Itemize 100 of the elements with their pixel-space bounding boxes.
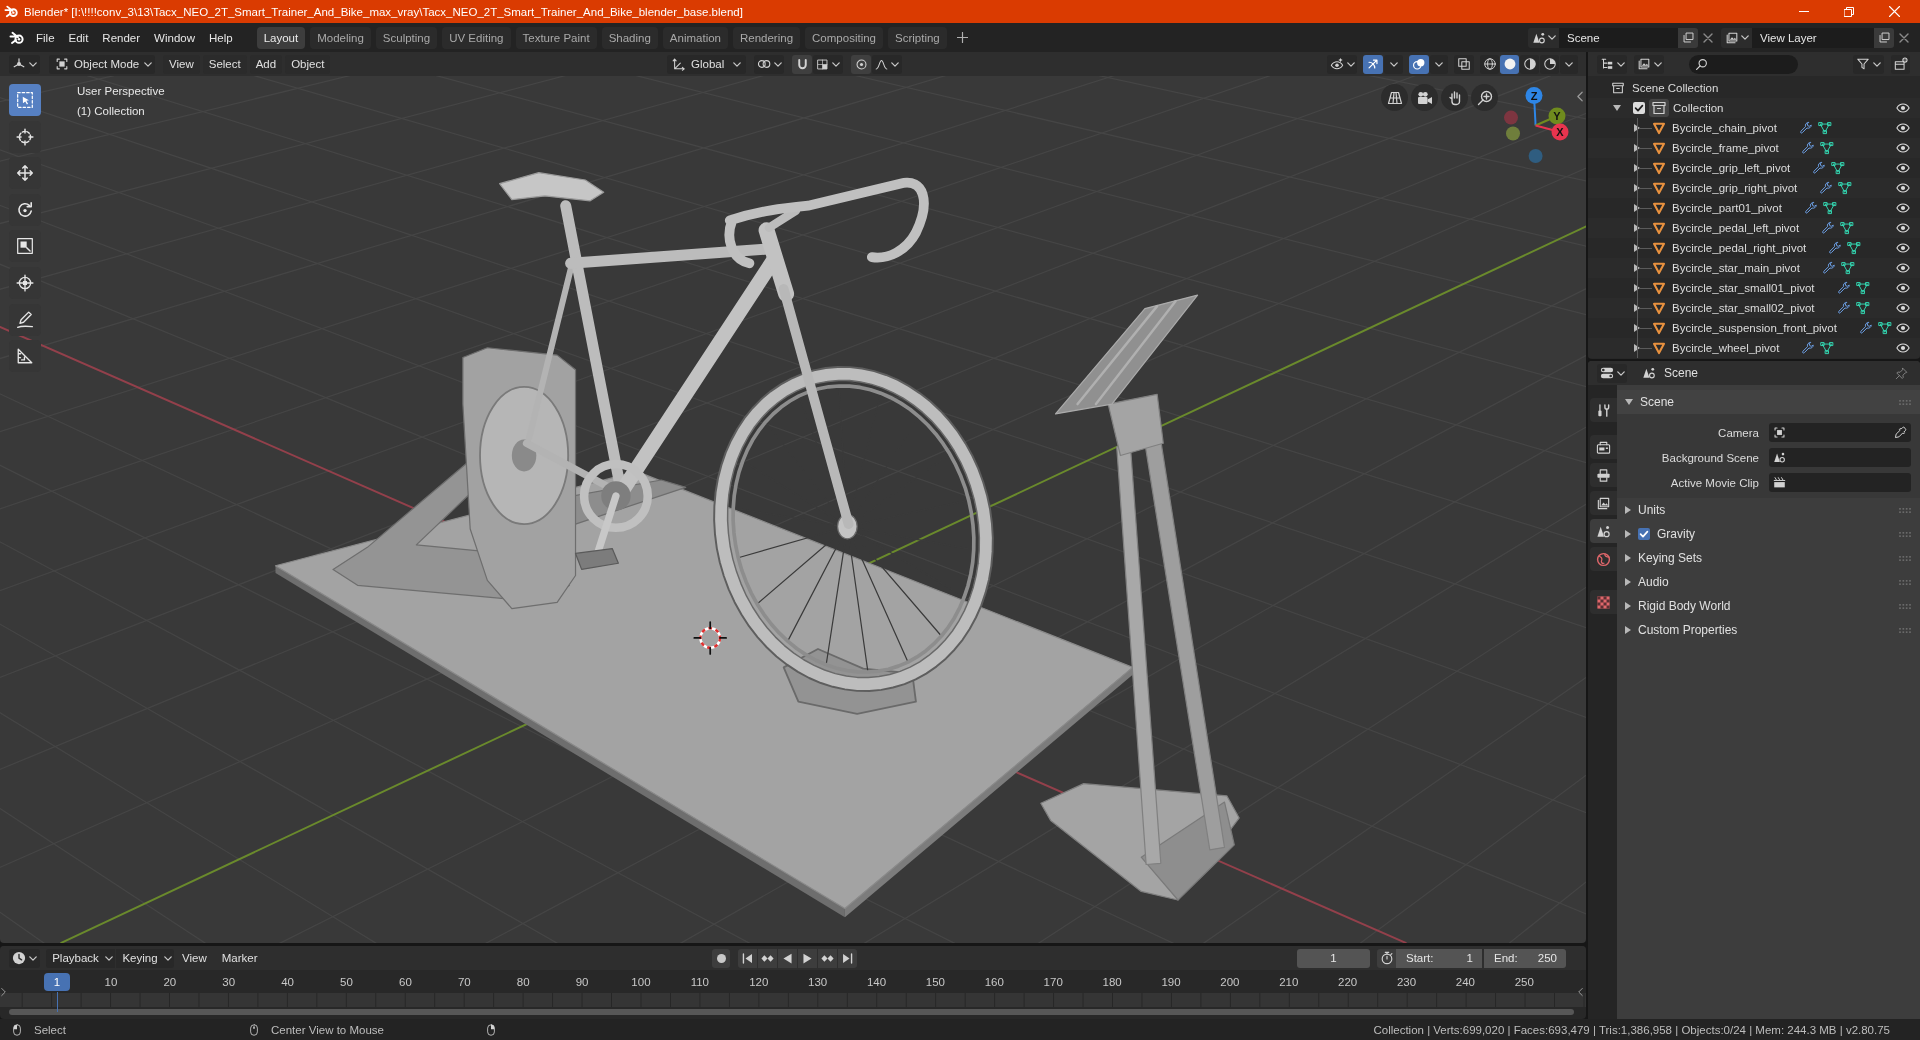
xray-toggle[interactable]	[1454, 54, 1474, 74]
vertex-triangle-icon[interactable]	[1855, 301, 1870, 315]
wrench-icon[interactable]	[1836, 301, 1851, 315]
expand-arrow-icon[interactable]	[1634, 184, 1640, 192]
wrench-icon[interactable]	[1828, 241, 1843, 255]
axis-handle[interactable]	[1506, 126, 1520, 141]
filter-button[interactable]	[1853, 54, 1884, 74]
menu-item[interactable]: Object	[285, 54, 331, 74]
wrench-icon[interactable]	[1821, 221, 1836, 235]
menu-item[interactable]: View	[175, 952, 214, 964]
outliner-row[interactable]: Bycircle_pedal_right_pivot	[1588, 238, 1920, 258]
outliner-row[interactable]: Bycircle_suspension_front_pivot	[1588, 318, 1920, 338]
view-layer-field[interactable]: View Layer	[1752, 27, 1874, 48]
expand-arrow-icon[interactable]	[1634, 244, 1640, 252]
shading-button[interactable]	[1540, 54, 1559, 74]
axis-handle[interactable]: Z	[1525, 87, 1543, 127]
vertex-triangle-icon[interactable]	[1822, 201, 1837, 215]
axis-handle[interactable]	[1528, 149, 1543, 163]
menu-dropdown[interactable]: Playback	[46, 948, 115, 968]
input-field[interactable]	[1769, 473, 1911, 492]
workspace-tab[interactable]: Layout	[256, 26, 306, 49]
close-icon[interactable]	[1703, 32, 1713, 43]
pin-icon[interactable]	[1895, 366, 1908, 380]
workspace-tab[interactable]: Compositing	[805, 26, 883, 49]
eye-icon[interactable]	[1896, 283, 1910, 293]
wrench-icon[interactable]	[1858, 321, 1873, 335]
end-frame-field[interactable]: End: 250	[1484, 948, 1566, 968]
menu-item[interactable]: Edit	[61, 28, 96, 47]
properties-tab[interactable]	[1590, 463, 1617, 487]
menu-item[interactable]: Render	[95, 28, 148, 47]
vertex-triangle-icon[interactable]	[1840, 221, 1855, 235]
falloff-dropdown[interactable]	[872, 54, 902, 74]
drag-handle-icon[interactable]	[1899, 507, 1911, 513]
vertex-triangle-icon[interactable]	[1819, 141, 1834, 155]
eye-icon[interactable]	[1896, 163, 1910, 173]
scrollbar[interactable]	[9, 1009, 1574, 1015]
outliner-row[interactable]: Bycircle_grip_left_pivot	[1588, 158, 1920, 178]
vertex-triangle-icon[interactable]	[1820, 341, 1835, 355]
expand-arrow-icon[interactable]	[1634, 344, 1640, 352]
search-field[interactable]	[1689, 54, 1798, 74]
outliner-row[interactable]: Bycircle_part01_pivot	[1588, 198, 1920, 218]
eye-icon[interactable]	[1896, 143, 1910, 153]
eye-icon[interactable]	[1896, 203, 1910, 213]
vertex-triangle-icon[interactable]	[1847, 241, 1862, 255]
wrench-icon[interactable]	[1803, 201, 1818, 215]
eye-icon[interactable]	[1896, 123, 1910, 133]
frame-field[interactable]: 1	[1297, 948, 1370, 968]
workspace-tab[interactable]: UV Editing	[442, 26, 511, 49]
workspace-tab[interactable]: Scripting	[888, 26, 947, 49]
properties-tab[interactable]	[1590, 590, 1617, 614]
expand-arrow-icon[interactable]	[1613, 105, 1621, 111]
logo-icon[interactable]	[9, 29, 25, 46]
shading-button[interactable]	[1500, 54, 1519, 74]
expand-arrow-icon[interactable]	[1634, 324, 1640, 332]
play-reverse-button[interactable]	[778, 948, 797, 968]
eye-icon[interactable]	[1896, 323, 1910, 333]
vertex-triangle-icon[interactable]	[1831, 161, 1846, 175]
drag-handle-icon[interactable]	[1899, 531, 1911, 537]
wrench-icon[interactable]	[1798, 121, 1813, 135]
outliner-row[interactable]: Bycircle_chain_pivot	[1588, 118, 1920, 138]
vertex-triangle-icon[interactable]	[1817, 121, 1832, 135]
expand-arrow-icon[interactable]	[1634, 124, 1640, 132]
menu-item[interactable]: Marker	[214, 952, 265, 964]
orientation-dropdown[interactable]: Global	[667, 54, 746, 74]
copy-button[interactable]	[1678, 27, 1698, 48]
editor-type-button[interactable]	[1597, 363, 1627, 383]
workspace-tab[interactable]: Shading	[601, 26, 658, 49]
copy-button[interactable]	[1874, 27, 1894, 48]
jump-to-start-button[interactable]	[738, 948, 757, 968]
wrench-icon[interactable]	[1812, 161, 1827, 175]
checkbox[interactable]	[1638, 528, 1650, 540]
expand-arrow-icon[interactable]	[1634, 284, 1640, 292]
play-button[interactable]	[798, 948, 817, 968]
eyedropper-icon[interactable]	[1894, 426, 1907, 439]
perspective-toggle[interactable]	[1381, 84, 1408, 111]
drag-handle-icon[interactable]	[1899, 399, 1911, 405]
close-icon[interactable]	[1899, 32, 1909, 43]
wrench-icon[interactable]	[1800, 141, 1815, 155]
overlay-toggle[interactable]	[1409, 54, 1429, 74]
properties-tab[interactable]	[1590, 519, 1617, 543]
outliner-row[interactable]: Bycircle_star_small01_pivot	[1588, 278, 1920, 298]
gizmo-toggle[interactable]	[1363, 54, 1383, 74]
pivot-dropdown[interactable]	[754, 54, 784, 74]
mode-dropdown[interactable]: Object Mode	[49, 54, 155, 74]
editor-type-button[interactable]	[9, 54, 40, 74]
vertex-triangle-icon[interactable]	[1840, 261, 1855, 275]
view-layer-button[interactable]	[1634, 54, 1664, 74]
drag-handle-icon[interactable]	[1899, 579, 1911, 585]
properties-tab[interactable]	[1590, 491, 1617, 515]
menu-dropdown[interactable]: Keying	[116, 948, 174, 968]
snap-toggle[interactable]	[792, 54, 812, 74]
vertex-triangle-icon[interactable]	[1838, 181, 1853, 195]
chevron-left-icon[interactable]	[1578, 987, 1583, 997]
vertex-triangle-icon[interactable]	[1855, 281, 1870, 295]
menu-item[interactable]: Window	[147, 28, 202, 47]
menu-item[interactable]: File	[29, 28, 62, 47]
add-icon[interactable]	[956, 32, 968, 43]
expand-arrow-icon[interactable]	[1634, 164, 1640, 172]
menu-item[interactable]: Select	[202, 54, 247, 74]
expand-arrow-icon[interactable]	[1634, 264, 1640, 272]
